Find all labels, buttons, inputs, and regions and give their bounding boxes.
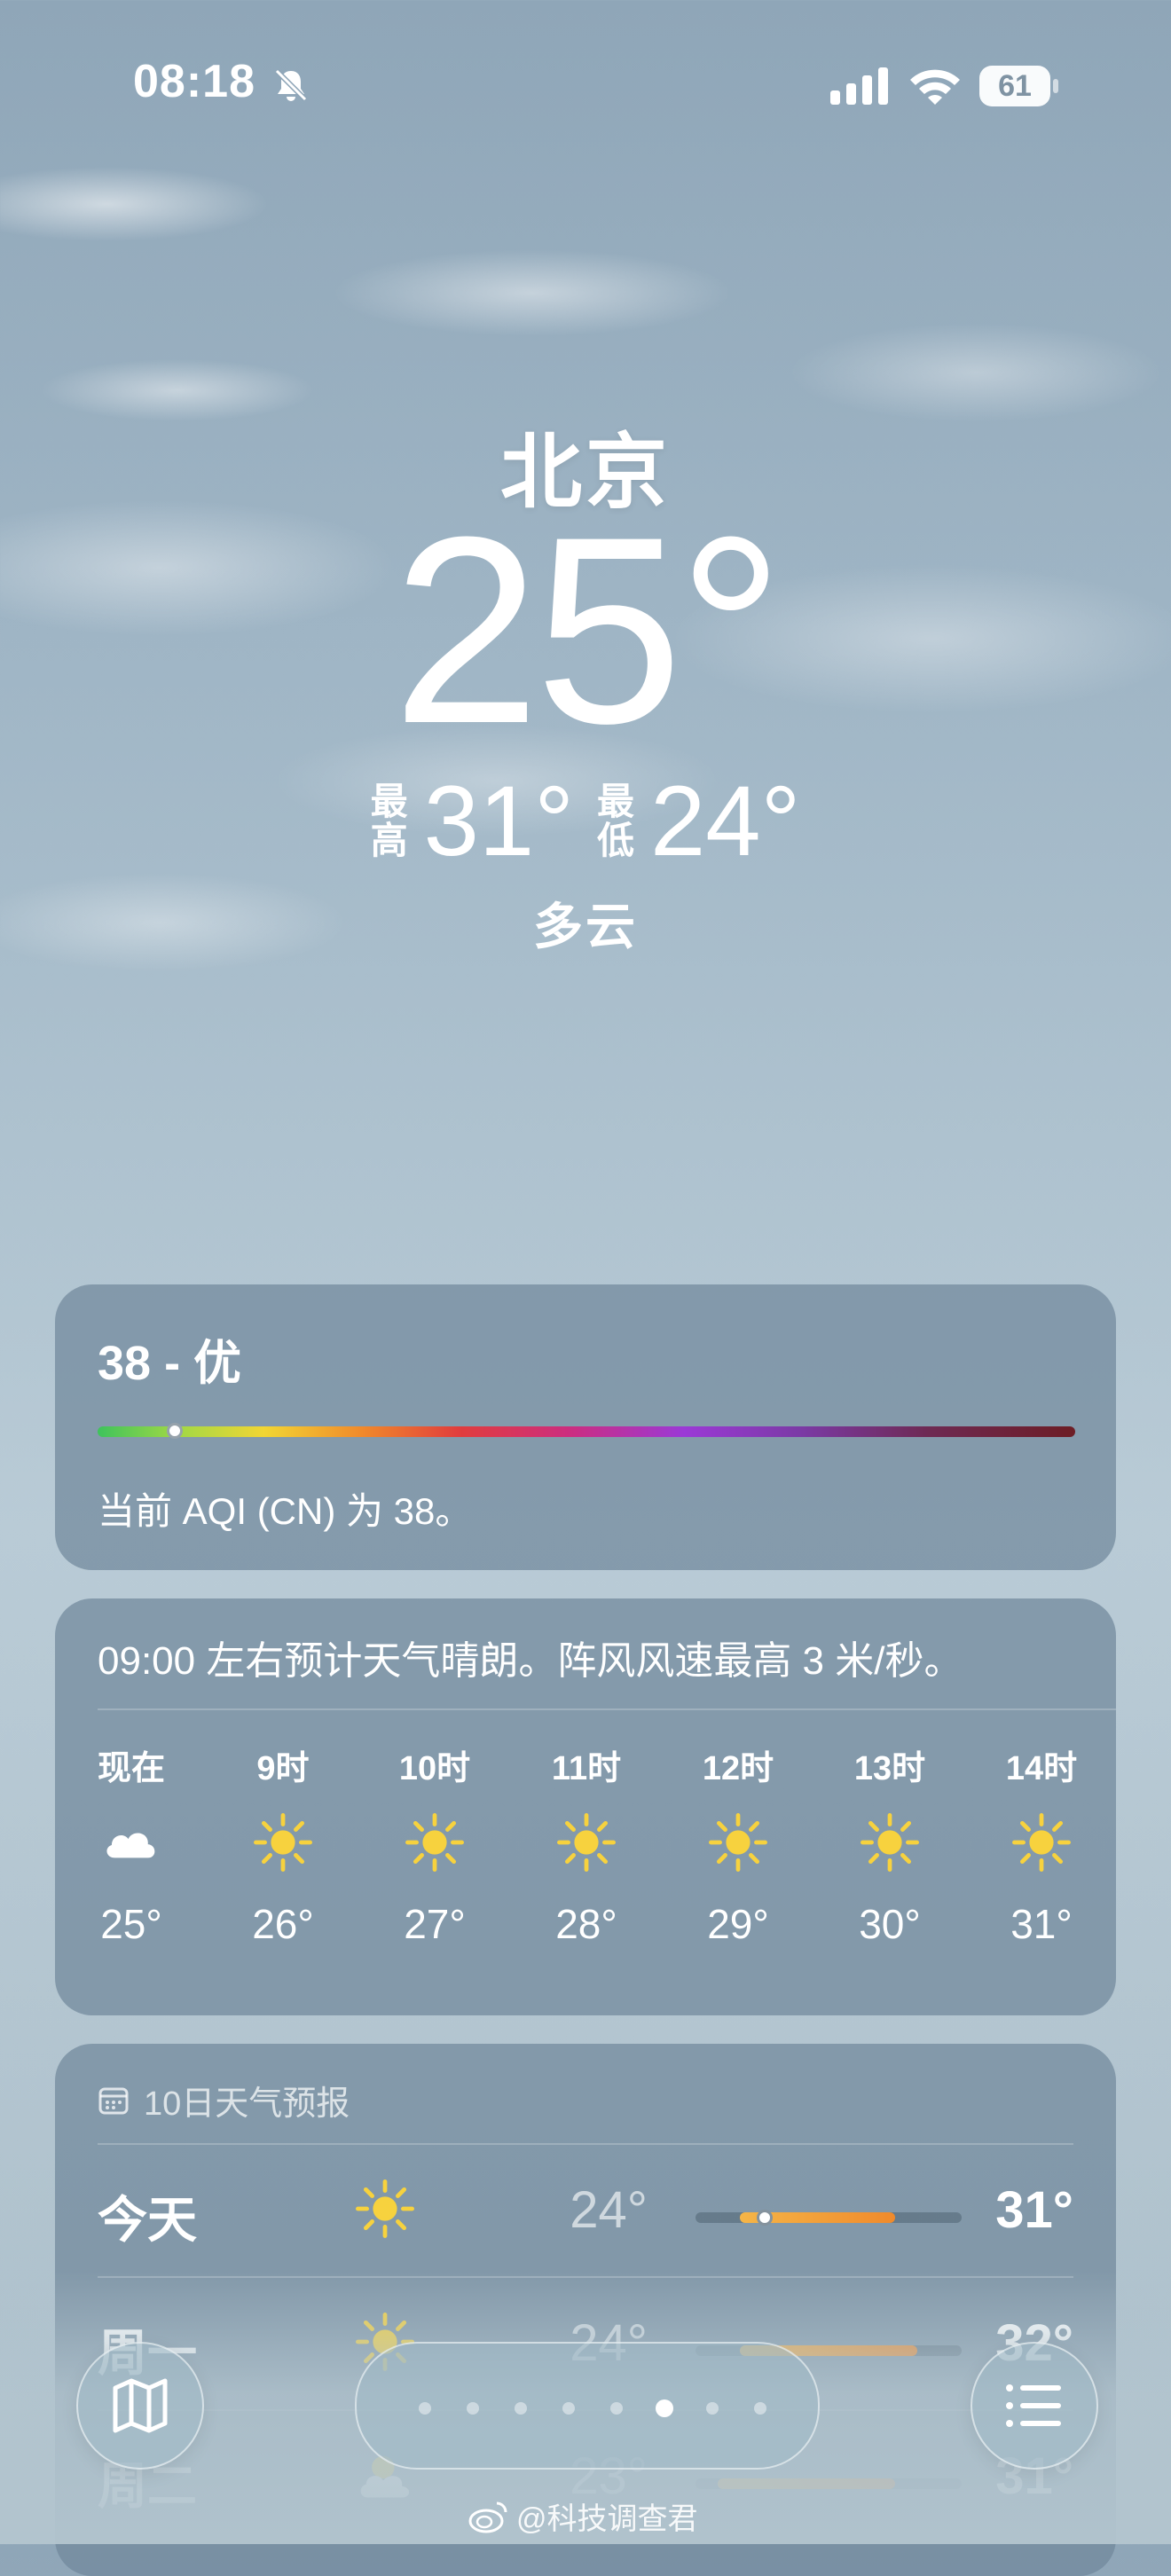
day-low: 24° xyxy=(570,2181,648,2239)
calendar-icon xyxy=(98,2087,129,2114)
hour-label: 10时 xyxy=(398,1750,471,1787)
hour-temperature: 28° xyxy=(555,1901,617,1947)
low-label: 最低 xyxy=(597,781,635,861)
page-dot-active[interactable] xyxy=(656,2399,673,2417)
hourly-item: 9时 26° xyxy=(230,1740,336,1948)
hour-label: 13时 xyxy=(853,1750,926,1787)
cloud-icon xyxy=(78,1794,185,1891)
sun-icon xyxy=(355,2179,415,2243)
sun-icon xyxy=(533,1794,640,1891)
condition-text: 多云 xyxy=(533,899,638,954)
battery-icon: 61 xyxy=(979,66,1059,106)
map-button[interactable] xyxy=(76,2342,204,2470)
daily-header: 10日天气预报 xyxy=(98,2076,350,2124)
hourly-item: 14时 31° xyxy=(988,1740,1095,1948)
hour-temperature: 31° xyxy=(1010,1901,1073,1947)
hourly-item: 11时 28° xyxy=(533,1740,640,1948)
hour-temperature: 26° xyxy=(252,1901,314,1947)
wifi-icon xyxy=(910,69,960,105)
battery-level: 61 xyxy=(979,66,1050,106)
hour-temperature: 27° xyxy=(404,1901,466,1947)
location-list-button[interactable] xyxy=(971,2342,1098,2470)
temperature-range-bar xyxy=(696,2210,962,2226)
aqi-description: 当前 AQI (CN) 为 38。 xyxy=(98,1490,473,1532)
current-temperature: 25° xyxy=(392,481,784,779)
day-high: 31° xyxy=(995,2181,1073,2239)
hour-temperature: 25° xyxy=(100,1901,162,1947)
hourly-item: 10时 27° xyxy=(381,1740,488,1948)
page-dot[interactable] xyxy=(419,2402,431,2415)
low-temperature: 24° xyxy=(650,766,801,876)
sun-icon xyxy=(685,1794,791,1891)
sun-icon xyxy=(837,1794,943,1891)
page-dot[interactable] xyxy=(706,2402,719,2415)
aqi-indicator xyxy=(166,1423,183,1439)
watermark-text: @科技调查君 xyxy=(516,2502,698,2536)
hour-label: 11时 xyxy=(551,1750,622,1787)
hourly-item: 12时 29° xyxy=(685,1740,791,1948)
sun-icon xyxy=(230,1794,336,1891)
hourly-item: 13时 30° xyxy=(837,1740,943,1948)
aqi-scale-bar xyxy=(98,1426,1075,1437)
cellular-signal-icon xyxy=(830,67,888,105)
hour-label: 12时 xyxy=(702,1750,774,1787)
hourly-forecast-card[interactable]: 09:00 左右预计天气晴朗。阵风风速最高 3 米/秒。 现在 25° 9时 26… xyxy=(55,1598,1116,2015)
current-temp-marker xyxy=(757,2210,773,2226)
divider xyxy=(98,1708,1116,1710)
page-dot[interactable] xyxy=(610,2402,623,2415)
status-bar: 08:18 61 xyxy=(0,0,1171,169)
hour-label: 现在 xyxy=(97,1750,165,1787)
weibo-logo-icon xyxy=(468,2501,507,2533)
high-label: 最高 xyxy=(370,781,408,861)
hour-temperature: 29° xyxy=(707,1901,769,1947)
daily-row[interactable]: 今天 24° 31° xyxy=(98,2143,1073,2276)
air-quality-card[interactable]: 38 - 优 当前 AQI (CN) 为 38。 xyxy=(55,1284,1116,1570)
hourly-summary: 09:00 左右预计天气晴朗。阵风风速最高 3 米/秒。 xyxy=(98,1639,963,1683)
aqi-value: 38 - 优 xyxy=(98,1337,242,1390)
watermark: @科技调查君 xyxy=(468,2494,698,2538)
hour-label: 9时 xyxy=(256,1750,310,1787)
list-icon xyxy=(1006,2384,1061,2427)
page-dot[interactable] xyxy=(754,2402,766,2415)
sun-icon xyxy=(988,1794,1095,1891)
map-icon xyxy=(113,2378,168,2433)
hour-label: 14时 xyxy=(1005,1750,1078,1787)
hourly-item: 现在 25° xyxy=(78,1740,185,1948)
high-temperature: 31° xyxy=(423,766,574,876)
sun-icon xyxy=(381,1794,488,1891)
divider xyxy=(98,2143,1073,2145)
page-dot[interactable] xyxy=(562,2402,575,2415)
page-dot[interactable] xyxy=(467,2402,479,2415)
bell-slash-icon xyxy=(274,68,308,102)
page-dot[interactable] xyxy=(515,2402,527,2415)
day-name: 今天 xyxy=(98,2192,197,2248)
hour-temperature: 30° xyxy=(859,1901,921,1947)
page-indicator[interactable] xyxy=(355,2342,820,2470)
status-time: 08:18 xyxy=(133,56,255,107)
daily-header-label: 10日天气预报 xyxy=(144,2085,350,2123)
high-low: 最高 31° 最低 24° xyxy=(0,772,1171,871)
